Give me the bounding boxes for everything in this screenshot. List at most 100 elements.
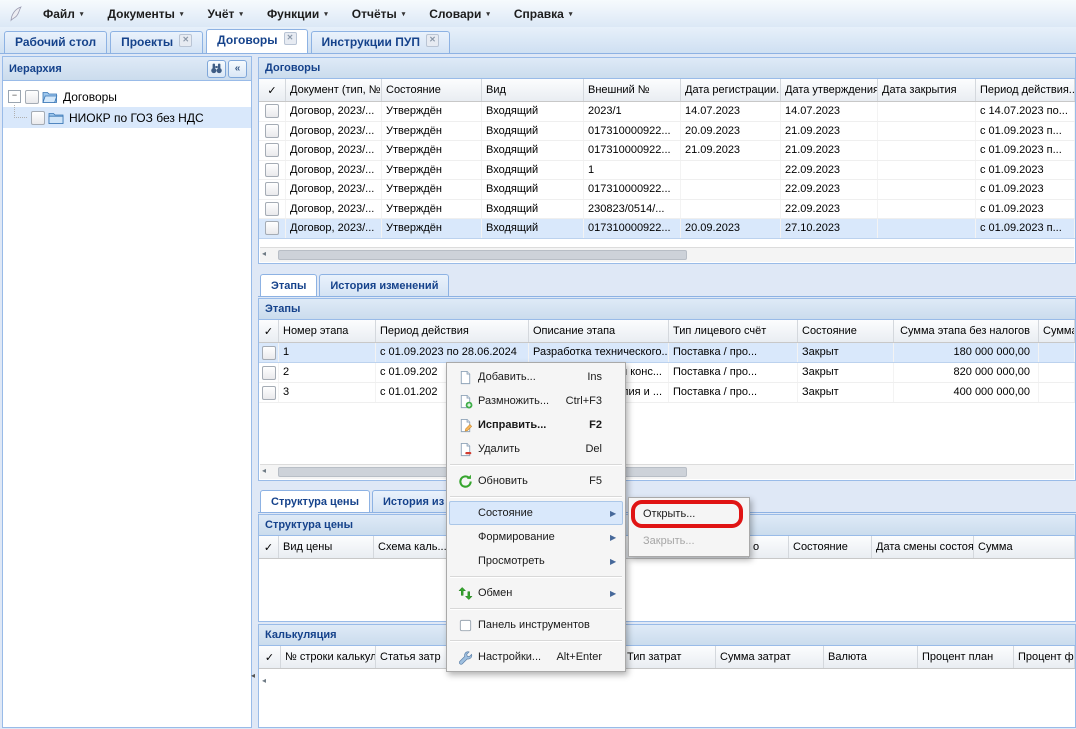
row-checkbox[interactable] [262,386,276,400]
tree-node-child[interactable]: НИОКР по ГОЗ без НДС [3,107,251,128]
column-header[interactable]: ✓ [259,646,281,668]
column-header[interactable]: Период действия [376,320,529,342]
row-checkbox[interactable] [265,124,279,138]
collapse-expander-icon[interactable]: − [8,90,21,103]
tab-1[interactable]: История изменений [319,274,449,296]
tree-checkbox[interactable] [31,111,45,125]
row-checkbox[interactable] [265,202,279,216]
scroll-left-arrow-icon[interactable]: ◂ [262,249,266,258]
column-header[interactable]: ✓ [259,320,279,342]
column-header[interactable]: Сумма затрат [716,646,824,668]
table-row[interactable]: Договор, 2023/...УтверждёнВходящий017310… [259,219,1075,239]
menubar-item-6[interactable]: Справка▾ [505,4,582,24]
scrollbar-thumb[interactable] [278,250,687,260]
table-row[interactable]: Договор, 2023/...УтверждёнВходящий017310… [259,122,1075,142]
menubar-item-2[interactable]: Учёт▾ [198,4,252,24]
column-header[interactable]: Процент план [918,646,1014,668]
tree-checkbox[interactable] [25,90,39,104]
row-checkbox[interactable] [265,163,279,177]
submenu-item-0[interactable]: Открыть... [631,500,747,527]
column-header[interactable]: Период действия... [976,79,1075,101]
cell [681,200,781,219]
column-header[interactable]: Дата закрытия [878,79,976,101]
column-header[interactable]: Тип затрат [623,646,716,668]
search-button[interactable] [207,60,226,78]
tree-node-root[interactable]: − Договоры [3,86,251,107]
cell: Входящий [482,161,584,180]
scroll-left-arrow-icon[interactable]: ◂ [262,676,266,685]
menu-item-15[interactable]: Настройки...Alt+Enter [449,645,623,669]
column-header[interactable]: Дата утверждения [781,79,878,101]
column-header[interactable]: Процент ф [1014,646,1075,668]
tab-1[interactable]: Проекты✕ [110,31,203,53]
column-header[interactable]: Состояние [789,536,872,558]
column-header[interactable]: Сумма этапа без налогов [894,320,1039,342]
menu-item-13[interactable]: Панель инструментов [449,613,623,637]
menu-item-5[interactable]: ОбновитьF5 [449,469,623,493]
menu-item-7[interactable]: Состояние▶ [449,501,623,525]
column-header[interactable]: Внешний № [584,79,681,101]
column-header[interactable]: Документ (тип, № [286,79,382,101]
table-row[interactable]: 3с 01.01.202зделия и ...Поставка / про..… [259,383,1075,403]
close-icon[interactable]: ✕ [179,34,192,47]
column-header[interactable]: Сумма [974,536,1075,558]
menubar-item-1[interactable]: Документы▾ [98,4,192,24]
menubar-item-5[interactable]: Словари▾ [420,4,499,24]
collapse-panel-button[interactable]: « [228,60,247,78]
tab-2[interactable]: Договоры✕ [206,29,307,53]
row-checkbox[interactable] [265,104,279,118]
close-icon[interactable]: ✕ [284,32,297,45]
tab-1[interactable]: История из [372,490,455,512]
table-row[interactable]: Договор, 2023/...УтверждёнВходящий017310… [259,141,1075,161]
column-header[interactable]: Состояние [382,79,482,101]
horizontal-scrollbar[interactable]: ◂ [260,464,1074,479]
menu-item-9[interactable]: Просмотреть▶ [449,549,623,573]
column-header[interactable]: Вид [482,79,584,101]
row-checkbox[interactable] [265,143,279,157]
menubar-item-4[interactable]: Отчёты▾ [343,4,415,24]
menu-item-8[interactable]: Формирование▶ [449,525,623,549]
horizontal-scrollbar[interactable]: ◂ [260,247,1074,262]
column-header[interactable]: Дата смены состоя [872,536,974,558]
menu-item-1[interactable]: Размножить...Ctrl+F3 [449,389,623,413]
column-header[interactable]: Описание этапа [529,320,669,342]
column-header[interactable]: ✓ [259,536,279,558]
row-checkbox[interactable] [262,346,276,360]
row-checkbox[interactable] [265,221,279,235]
column-header[interactable]: о [749,536,789,558]
column-header[interactable]: Валюта [824,646,918,668]
table-row[interactable]: Договор, 2023/...УтверждёнВходящий017310… [259,180,1075,200]
row-checkbox[interactable] [265,182,279,196]
column-header[interactable]: № строки калькул [281,646,376,668]
cell: 017310000922... [584,122,681,141]
tab-0[interactable]: Структура цены [260,490,370,512]
tab-0[interactable]: Рабочий стол [4,31,107,53]
menu-item-0[interactable]: Добавить...Ins [449,365,623,389]
close-icon[interactable]: ✕ [426,34,439,47]
column-header[interactable]: Тип лицевого счёт [669,320,798,342]
table-row[interactable]: Договор, 2023/...УтверждёнВходящий122.09… [259,161,1075,181]
tab-3[interactable]: Инструкции ПУП✕ [311,31,450,53]
table-row[interactable]: 2с 01.09.202очей конс...Поставка / про..… [259,363,1075,383]
column-header[interactable]: Состояние [798,320,894,342]
table-row[interactable]: Договор, 2023/...УтверждёнВходящий230823… [259,200,1075,220]
column-header[interactable]: Дата регистрации. [681,79,781,101]
column-header[interactable]: ✓ [259,79,286,101]
tab-0[interactable]: Этапы [260,274,317,296]
menu-item-11[interactable]: Обмен▶ [449,581,623,605]
column-header[interactable]: Номер этапа [279,320,376,342]
column-header[interactable]: Сумма [1039,320,1075,342]
collapse-arrow-icon[interactable]: ◂ [251,671,255,680]
menu-item-3[interactable]: УдалитьDel [449,437,623,461]
menu-item-2[interactable]: Исправить...F2 [449,413,623,437]
table-row[interactable]: Договор, 2023/...УтверждёнВходящий2023/1… [259,102,1075,122]
menubar-item-0[interactable]: Файл▾ [34,4,92,24]
row-checkbox[interactable] [262,366,276,380]
menubar-item-3[interactable]: Функции▾ [258,4,337,24]
table-row[interactable]: 1с 01.09.2023 по 28.06.2024Разработка те… [259,343,1075,363]
cell: с 01.09.2023 п... [976,219,1075,238]
scroll-left-arrow-icon[interactable]: ◂ [262,466,266,475]
cell: с 01.09.2023 [976,200,1075,219]
grid-body [259,669,1075,727]
column-header[interactable]: Вид цены [279,536,374,558]
